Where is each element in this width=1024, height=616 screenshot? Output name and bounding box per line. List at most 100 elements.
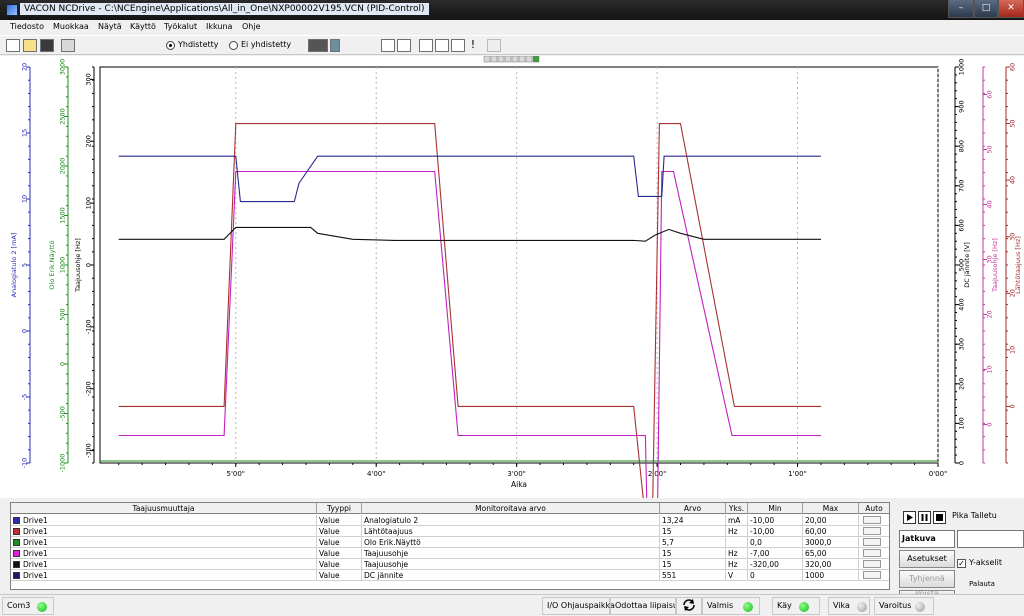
auto-scale-toggle[interactable] bbox=[863, 527, 881, 535]
menu-edit[interactable]: Muokkaa bbox=[53, 22, 89, 31]
cell-max: 1000 bbox=[803, 570, 859, 581]
series-color-swatch[interactable] bbox=[13, 528, 20, 535]
axis-tick-label: 60 bbox=[986, 90, 994, 98]
series-color-swatch[interactable] bbox=[13, 517, 20, 524]
series-color-swatch[interactable] bbox=[13, 539, 20, 546]
cell-unit: mA bbox=[726, 515, 748, 526]
open-folder-icon[interactable] bbox=[23, 39, 37, 52]
disconnected-radio[interactable] bbox=[229, 41, 238, 50]
axis-tick-label: 3000 bbox=[59, 59, 67, 76]
table-row[interactable]: Drive1 Value Olo Erik.Näyttö 5,7 0,0 3000,0 bbox=[11, 537, 889, 548]
status-run: Käy bbox=[772, 597, 820, 615]
menu-file[interactable]: Tiedosto bbox=[10, 22, 44, 31]
cell-type: Value bbox=[317, 559, 362, 570]
axis-tick-label: 0 bbox=[85, 263, 93, 267]
auto-scale-toggle[interactable] bbox=[863, 571, 881, 579]
axis-tick-label: 300 bbox=[85, 73, 93, 85]
cell-signal: DC jännite bbox=[362, 570, 660, 581]
download-icon[interactable] bbox=[397, 39, 411, 52]
close-button[interactable]: ✕ bbox=[998, 0, 1024, 18]
menu-view[interactable]: Näytä bbox=[98, 22, 122, 31]
monitor-icon[interactable] bbox=[308, 39, 328, 52]
reset-button[interactable]: Palauta bbox=[969, 580, 995, 590]
series-color-swatch[interactable] bbox=[13, 572, 20, 579]
cell-signal: Taajuusohje bbox=[362, 548, 660, 559]
trend-controls: Pika Talletu Jatkuva Asetukset Tyhjennä … bbox=[895, 502, 1024, 596]
status-place: I/O Ohjauspaikka bbox=[542, 597, 615, 615]
pause-icon[interactable] bbox=[918, 511, 931, 524]
cell-value: 15 bbox=[660, 559, 726, 570]
menu-help[interactable]: Ohje bbox=[242, 22, 261, 31]
menu-bar: Tiedosto Muokkaa Näytä Käyttö Työkalut I… bbox=[0, 20, 1024, 35]
col-unit[interactable]: Yks. bbox=[726, 503, 748, 514]
cell-auto bbox=[859, 515, 889, 526]
status-refresh[interactable] bbox=[676, 597, 702, 615]
menu-tools[interactable]: Työkalut bbox=[164, 22, 197, 31]
axis-tick-label: 40 bbox=[986, 200, 994, 208]
axis-tick-label: 400 bbox=[958, 298, 966, 310]
cell-unit: V bbox=[726, 570, 748, 581]
clear-button[interactable]: Tyhjennä bbox=[899, 570, 955, 588]
chart-svg: 5'00" 4'00" 3'00" 2'00" 1'00" 0'00"Aika-10-50… bbox=[10, 55, 1022, 547]
axis-tick-label: 2000 bbox=[59, 158, 67, 175]
auto-scale-toggle[interactable] bbox=[863, 538, 881, 546]
auto-scale-toggle[interactable] bbox=[863, 549, 881, 557]
col-type[interactable]: Tyyppi bbox=[317, 503, 362, 514]
scope-icon[interactable] bbox=[451, 39, 465, 52]
print-icon[interactable] bbox=[61, 39, 75, 52]
new-file-icon[interactable] bbox=[6, 39, 20, 52]
stop-icon[interactable] bbox=[933, 511, 946, 524]
settings-button[interactable]: Asetukset bbox=[899, 550, 955, 568]
quick-save-button[interactable]: Pika Talletu bbox=[952, 508, 1024, 526]
y-axes-checkbox[interactable]: ✓ bbox=[957, 559, 966, 568]
auto-scale-toggle[interactable] bbox=[863, 516, 881, 524]
connected-radio[interactable] bbox=[166, 41, 175, 50]
axis-tick-label: 700 bbox=[958, 180, 966, 192]
grid-icon[interactable] bbox=[487, 39, 501, 52]
auto-scale-toggle[interactable] bbox=[863, 560, 881, 568]
axis-tick-label: -500 bbox=[59, 406, 67, 421]
series-color-swatch[interactable] bbox=[13, 550, 20, 557]
col-max[interactable]: Max bbox=[803, 503, 859, 514]
cell-drive-container: Drive1 bbox=[11, 537, 317, 548]
axis-tick-label: 60 bbox=[1009, 63, 1017, 71]
play-icon[interactable] bbox=[903, 511, 916, 524]
status-fault: Vika bbox=[828, 597, 870, 615]
cell-value: 13,24 bbox=[660, 515, 726, 526]
table-row[interactable]: Drive1 Value Taajuusohje 15 Hz -320,00 320,00 bbox=[11, 559, 889, 570]
table-row[interactable]: Drive1 Value Lähtötaajuus 15 Hz -10,00 60,00 bbox=[11, 526, 889, 537]
y-axes-label: Y-akselit bbox=[969, 558, 1003, 567]
cell-drive: Drive1 bbox=[23, 527, 48, 536]
col-value[interactable]: Arvo bbox=[660, 503, 726, 514]
mode-select[interactable] bbox=[957, 530, 1024, 548]
col-min[interactable]: Min bbox=[748, 503, 803, 514]
save-icon[interactable] bbox=[40, 39, 54, 52]
col-auto[interactable]: Auto bbox=[859, 503, 889, 514]
refresh-icon bbox=[683, 599, 695, 611]
cell-drive-container: Drive1 bbox=[11, 526, 317, 537]
menu-operate[interactable]: Käyttö bbox=[130, 22, 156, 31]
col-signal[interactable]: Monitoroitava arvo bbox=[362, 503, 660, 514]
table-row[interactable]: Drive1 Value DC jännite 551 V 0 1000 bbox=[11, 570, 889, 581]
mode-label: Jatkuva bbox=[899, 530, 955, 548]
series-color-swatch[interactable] bbox=[13, 561, 20, 568]
menu-window[interactable]: Ikkuna bbox=[206, 22, 232, 31]
maximize-button[interactable]: □ bbox=[974, 0, 998, 18]
upload-icon[interactable] bbox=[381, 39, 395, 52]
connected-label: Yhdistetty bbox=[178, 40, 219, 49]
fault-label: Vika bbox=[833, 601, 850, 610]
table-row[interactable]: Drive1 Value Taajuusohje 15 Hz -7,00 65,00 bbox=[11, 548, 889, 559]
col-drive[interactable]: Taajuusmuuttaja bbox=[11, 503, 317, 514]
record-icon[interactable] bbox=[435, 39, 449, 52]
warning-led-icon bbox=[915, 602, 925, 612]
cell-min: -10,00 bbox=[748, 515, 803, 526]
connect-icon[interactable] bbox=[330, 39, 340, 52]
compare-icon[interactable] bbox=[419, 39, 433, 52]
minimize-button[interactable]: – bbox=[948, 0, 974, 18]
x-tick-label: 4'00" bbox=[367, 470, 386, 478]
alarm-icon[interactable]: ! bbox=[469, 39, 477, 52]
table-row[interactable]: Drive1 Value Analogiatulo 2 13,24 mA -10,00 20… bbox=[11, 515, 889, 526]
status-ready: Valmis bbox=[702, 597, 760, 615]
cell-min: 0 bbox=[748, 570, 803, 581]
axis-tick-label: 800 bbox=[958, 140, 966, 152]
